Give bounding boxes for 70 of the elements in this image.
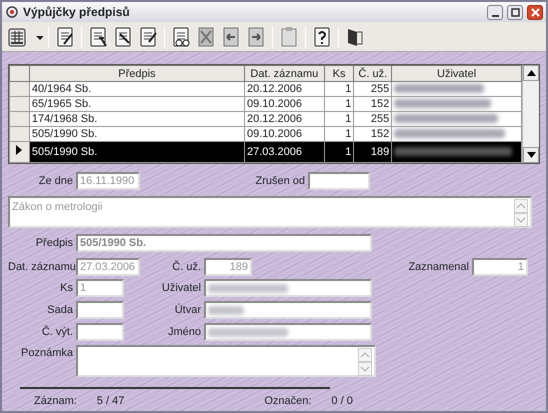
- column-header[interactable]: Č. už.: [354, 66, 392, 82]
- maximize-button[interactable]: [507, 4, 523, 20]
- record-counter: 5 / 47: [96, 394, 124, 409]
- input-field[interactable]: [204, 323, 372, 341]
- maximize-icon: [510, 6, 520, 18]
- table-cell: 40/1964 Sb.: [29, 82, 244, 96]
- table-cell: 505/1990 Sb.: [29, 142, 244, 162]
- field-label: Jméno: [166, 324, 202, 340]
- table-cell: 1: [324, 82, 354, 96]
- input-field[interactable]: [204, 279, 372, 297]
- table-cell: 1: [324, 112, 354, 126]
- scroll-up-button[interactable]: [523, 65, 539, 81]
- field-label: Uživatel: [160, 280, 202, 296]
- field-label: Poznámka: [20, 346, 74, 361]
- input-field[interactable]: [76, 301, 124, 319]
- field-label: Zaznamenal: [407, 260, 470, 275]
- input-field[interactable]: 505/1990 Sb.: [76, 234, 372, 252]
- minimize-button[interactable]: [487, 4, 503, 20]
- scroll-down-button[interactable]: [523, 147, 539, 163]
- status-label: Označen:: [264, 394, 312, 409]
- column-header[interactable]: Předpis: [29, 66, 244, 82]
- input-field[interactable]: 16.11.1990: [76, 172, 140, 190]
- close-button[interactable]: [527, 4, 543, 20]
- table-cell: 174/1968 Sb.: [29, 112, 244, 126]
- field-label: Sada: [46, 302, 74, 318]
- text-area[interactable]: [76, 345, 376, 377]
- input-field[interactable]: 27.03.2006: [76, 258, 140, 276]
- field-label: Ks: [59, 280, 74, 296]
- column-header[interactable]: Uživatel: [392, 66, 522, 82]
- input-field[interactable]: 189: [204, 258, 252, 276]
- table-cell: 255: [354, 112, 392, 126]
- table-cell: 255: [354, 82, 392, 96]
- window-title: Výpůjčky předpisů: [23, 4, 131, 21]
- blurred-text: [208, 306, 244, 314]
- input-field[interactable]: [76, 323, 124, 341]
- field-label: Zrušen od: [254, 174, 306, 189]
- down-arrow-icon: [526, 152, 536, 158]
- text-area[interactable]: Zákon o metrologii: [8, 196, 532, 228]
- input-field[interactable]: 1: [472, 258, 528, 276]
- column-header[interactable]: Ks: [324, 66, 354, 82]
- table-cell: 189: [354, 142, 392, 162]
- table-cell: 152: [354, 96, 392, 112]
- table-cell: 20.12.2006: [244, 112, 324, 126]
- table-cell: 65/1965 Sb.: [29, 96, 244, 112]
- scroll-up-icon: [514, 199, 528, 213]
- field-label: Dat. záznamu: [8, 260, 76, 275]
- table-cell: 1: [324, 142, 354, 162]
- scroll-down-icon: [358, 362, 372, 376]
- field-label: Útvar: [174, 302, 202, 318]
- close-icon: [530, 6, 540, 18]
- minimize-icon: [492, 14, 498, 16]
- table-cell: 20.12.2006: [244, 82, 324, 96]
- field-label: Předpis: [34, 236, 74, 251]
- scroll-down-icon: [514, 213, 528, 227]
- table-cell: 09.10.2006: [244, 96, 324, 112]
- field-label: Ze dne: [38, 174, 74, 189]
- field-label: Č. už.: [171, 259, 202, 275]
- scroll-up-icon: [358, 348, 372, 362]
- input-field[interactable]: [308, 172, 370, 190]
- status-label: Záznam:: [34, 394, 77, 409]
- field-label: Č. výt.: [40, 324, 74, 340]
- table-cell: 1: [324, 96, 354, 112]
- up-arrow-icon: [526, 70, 536, 76]
- input-field[interactable]: 1: [76, 279, 124, 297]
- table-cell: 27.03.2006: [244, 142, 324, 162]
- app-icon: [5, 5, 19, 19]
- text-value: Zákon o metrologii: [12, 200, 102, 215]
- input-field[interactable]: [204, 301, 372, 319]
- column-header[interactable]: Dat. záznamu: [244, 66, 324, 82]
- marked-counter: 0 / 0: [331, 394, 353, 409]
